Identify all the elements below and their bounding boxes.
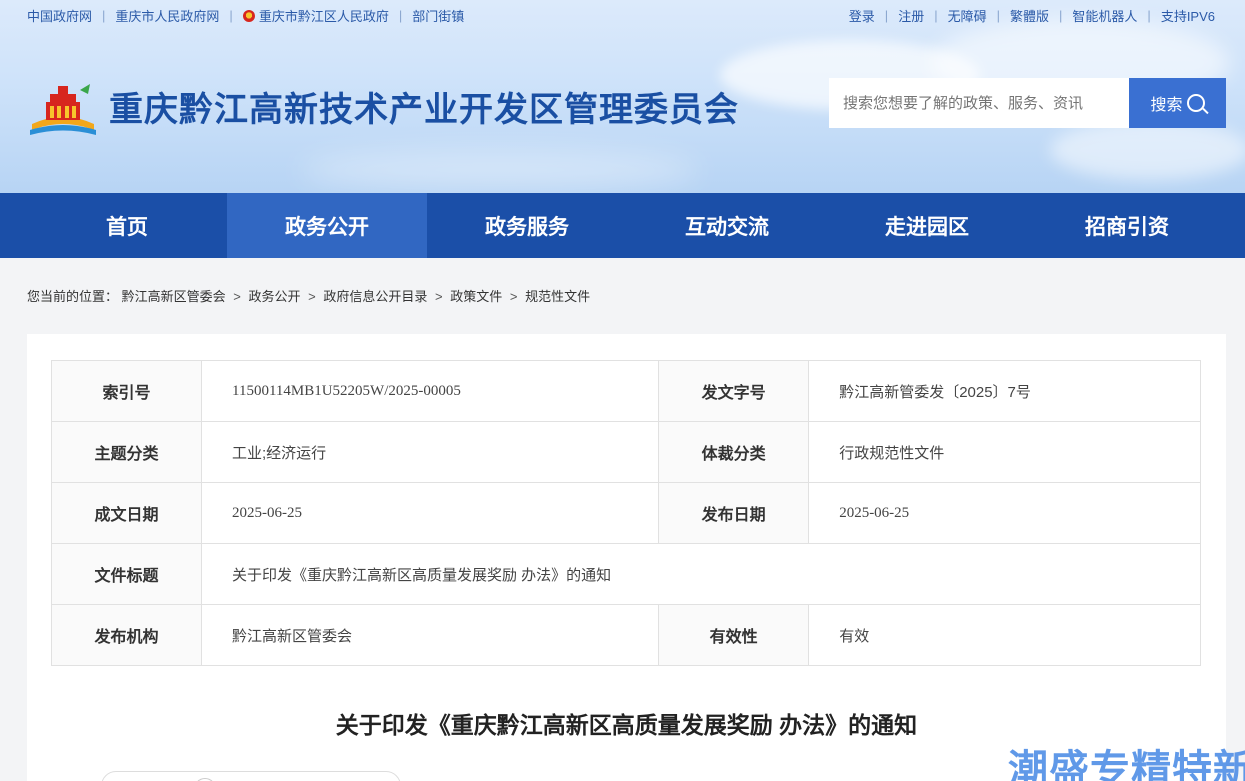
separator: | xyxy=(996,8,1000,23)
table-row: 文件标题 关于印发《重庆黔江高新区高质量发展奖励 办法》的通知 xyxy=(51,543,1201,605)
table-row: 主题分类 工业;经济运行 体裁分类 行政规范性文件 xyxy=(51,421,1201,483)
publisher-label: 发布机构 xyxy=(51,604,202,666)
validity-label: 有效性 xyxy=(658,604,810,666)
site-title: 重庆黔江高新技术产业开发区管理委员会 xyxy=(109,90,739,130)
nav-investment[interactable]: 招商引资 xyxy=(1027,193,1227,258)
table-row: 成文日期 2025-06-25 发布日期 2025-06-25 xyxy=(51,482,1201,544)
search-button-label: 搜索 xyxy=(1150,97,1183,114)
breadcrumb-item[interactable]: 黔江高新区管委会 xyxy=(122,289,226,304)
validity-value: 有效 xyxy=(808,604,1201,666)
genre-label: 体裁分类 xyxy=(658,421,810,483)
article-title: 关于印发《重庆黔江高新区高质量发展奖励 办法》的通知 xyxy=(335,712,918,738)
article-toolbar[interactable] xyxy=(101,771,401,781)
table-row: 索引号 11500114MB1U52205W/2025-00005 发文字号 黔… xyxy=(51,360,1201,422)
genre-value: 行政规范性文件 xyxy=(808,421,1201,483)
breadcrumb-item[interactable]: 政务公开 xyxy=(249,289,301,304)
index-no-value: 11500114MB1U52205W/2025-00005 xyxy=(200,360,660,422)
separator: | xyxy=(884,8,889,23)
nav-gov-services[interactable]: 政务服务 xyxy=(427,193,627,258)
government-logo-icon xyxy=(30,84,96,135)
link-qianjiang-gov[interactable]: 重庆市黔江区人民政府 xyxy=(259,6,389,25)
nav-about-park[interactable]: 走进园区 xyxy=(827,193,1027,258)
ipv6-link[interactable]: 支持IPV6 xyxy=(1161,6,1215,25)
accessibility-link[interactable]: 无障碍 xyxy=(948,6,987,25)
login-link[interactable]: 登录 xyxy=(849,6,875,25)
separator: | xyxy=(229,8,233,23)
publish-date-value: 2025-06-25 xyxy=(808,482,1201,544)
breadcrumb: 您当前的位置： 黔江高新区管委会 > 政务公开 > 政府信息公开目录 > 政策文… xyxy=(27,286,590,305)
nav-home[interactable]: 首页 xyxy=(27,193,227,258)
doc-title-value: 关于印发《重庆黔江高新区高质量发展奖励 办法》的通知 xyxy=(201,543,1201,605)
search-icon xyxy=(1186,94,1205,112)
separator: | xyxy=(398,8,403,23)
nav-interaction[interactable]: 互动交流 xyxy=(627,193,827,258)
breadcrumb-separator: > xyxy=(509,289,518,304)
breadcrumb-separator: > xyxy=(233,289,241,304)
watermark-text: 潮盛专精特新 xyxy=(1008,747,1245,781)
doc-no-value: 黔江高新管委发〔2025〕7号 xyxy=(808,360,1201,422)
national-emblem-icon xyxy=(242,9,255,22)
traditional-chinese-link[interactable]: 繁體版 xyxy=(1010,6,1049,25)
search-input[interactable] xyxy=(829,78,1129,128)
main-nav: 首页 政务公开 政务服务 互动交流 走进园区 招商引资 xyxy=(0,193,1245,258)
doc-title-label: 文件标题 xyxy=(51,543,202,605)
cloud-decoration xyxy=(300,150,700,190)
separator: | xyxy=(102,8,106,23)
topic-value: 工业;经济运行 xyxy=(200,421,660,483)
separator: | xyxy=(934,8,938,23)
top-links-left: 中国政府网 | 重庆市人民政府网 | 重庆市黔江区人民政府 | 部门街镇 xyxy=(27,6,464,25)
separator: | xyxy=(1059,8,1063,23)
document-metadata-table: 索引号 11500114MB1U52205W/2025-00005 发文字号 黔… xyxy=(51,360,1201,666)
breadcrumb-prefix: 您当前的位置： xyxy=(27,289,119,304)
written-date-label: 成文日期 xyxy=(51,482,202,544)
doc-no-label: 发文字号 xyxy=(658,360,810,422)
link-china-gov[interactable]: 中国政府网 xyxy=(27,6,92,25)
topic-label: 主题分类 xyxy=(51,421,202,483)
breadcrumb-item[interactable]: 政府信息公开目录 xyxy=(323,289,427,304)
chatbot-link[interactable]: 智能机器人 xyxy=(1072,6,1137,25)
link-departments[interactable]: 部门街镇 xyxy=(412,6,464,25)
top-bar: 中国政府网 | 重庆市人民政府网 | 重庆市黔江区人民政府 | 部门街镇 登录 … xyxy=(0,0,1245,28)
breadcrumb-separator: > xyxy=(435,289,443,304)
top-links-right: 登录 | 注册 | 无障碍 | 繁體版 | 智能机器人 | 支持IPV6 xyxy=(849,6,1215,25)
breadcrumb-item[interactable]: 规范性文件 xyxy=(525,289,590,304)
search-button[interactable]: 搜索 xyxy=(1129,78,1226,128)
link-chongqing-gov[interactable]: 重庆市人民政府网 xyxy=(115,6,219,25)
index-no-label: 索引号 xyxy=(51,360,202,422)
publisher-value: 黔江高新区管委会 xyxy=(200,604,660,666)
register-link[interactable]: 注册 xyxy=(898,6,924,25)
breadcrumb-item[interactable]: 政策文件 xyxy=(450,289,502,304)
table-row: 发布机构 黔江高新区管委会 有效性 有效 xyxy=(51,604,1201,666)
nav-gov-affairs-open[interactable]: 政务公开 xyxy=(227,193,427,258)
publish-date-label: 发布日期 xyxy=(658,482,810,544)
cloud-decoration xyxy=(1050,120,1245,180)
separator: | xyxy=(1147,8,1151,23)
content-card: 索引号 11500114MB1U52205W/2025-00005 发文字号 黔… xyxy=(27,334,1226,781)
breadcrumb-separator: > xyxy=(308,289,316,304)
written-date-value: 2025-06-25 xyxy=(200,482,660,544)
